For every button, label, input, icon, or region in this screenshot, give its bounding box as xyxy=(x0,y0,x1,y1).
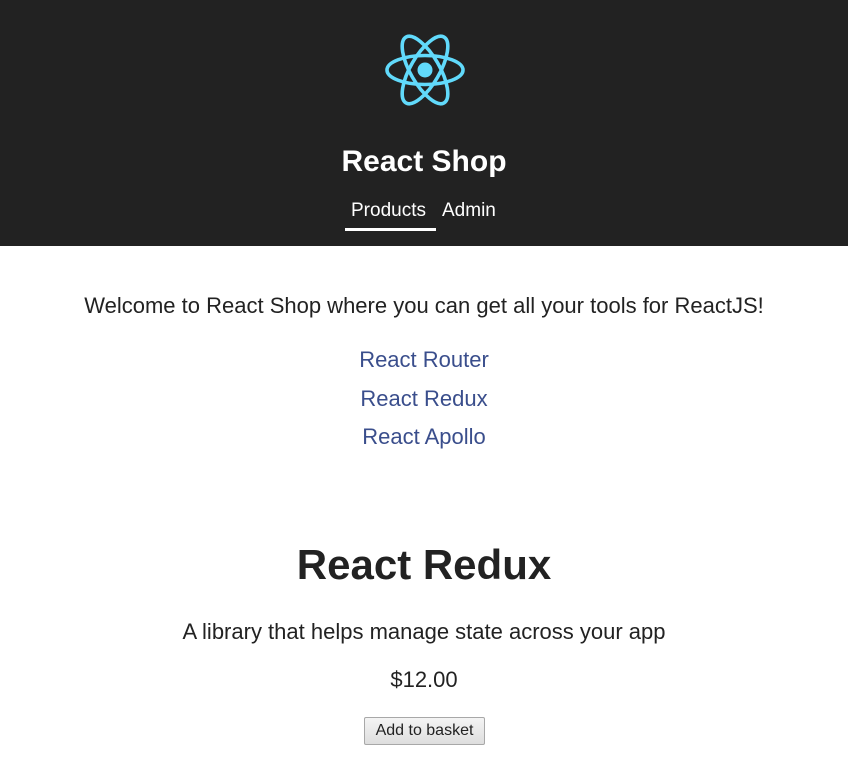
react-logo-icon xyxy=(385,34,465,106)
product-description: A library that helps manage state across… xyxy=(182,619,666,644)
welcome-message: Welcome to React Shop where you can get … xyxy=(84,293,764,318)
list-item: React Apollo xyxy=(0,422,848,461)
add-to-basket-button[interactable]: Add to basket xyxy=(364,717,485,745)
list-item: React Redux xyxy=(0,384,848,423)
app-title: React Shop xyxy=(341,145,507,178)
active-nav-indicator xyxy=(345,228,436,231)
list-item: React Router xyxy=(0,345,848,384)
nav-products-link[interactable]: Products xyxy=(351,198,426,224)
product-link-react-apollo[interactable]: React Apollo xyxy=(362,424,486,449)
main-nav: Products Admin xyxy=(0,198,848,234)
product-link-react-router[interactable]: React Router xyxy=(359,347,489,372)
product-price: $12.00 xyxy=(390,667,458,692)
product-link-react-redux[interactable]: React Redux xyxy=(360,386,487,411)
product-list: React Router React Redux React Apollo xyxy=(0,345,848,461)
product-title: React Redux xyxy=(296,541,552,588)
nav-admin-link[interactable]: Admin xyxy=(442,198,496,224)
app-header: React Shop Products Admin xyxy=(0,0,848,246)
